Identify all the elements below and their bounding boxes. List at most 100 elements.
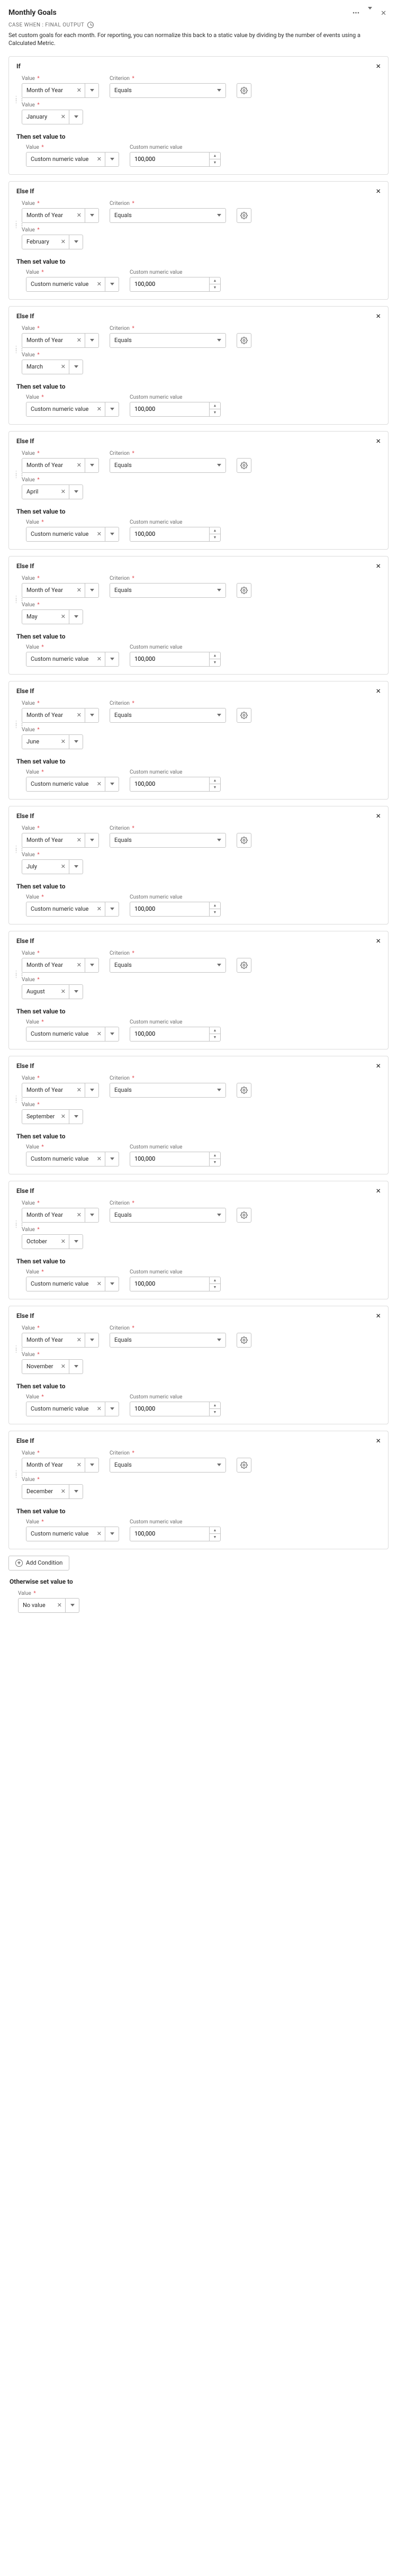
chevron-down-icon[interactable] xyxy=(85,208,99,223)
value-dimension-combo[interactable]: Month of Year✕ xyxy=(22,1208,99,1223)
month-value-combo[interactable]: December✕ xyxy=(22,1484,83,1499)
criterion-select[interactable]: Equals xyxy=(110,333,226,348)
chevron-down-icon[interactable] xyxy=(105,152,119,167)
chevron-down-icon[interactable] xyxy=(66,1598,79,1613)
value-dimension-combo[interactable]: Month of Year✕ xyxy=(22,208,99,223)
more-icon[interactable]: ••• xyxy=(350,8,362,19)
criterion-select[interactable]: Equals xyxy=(110,1208,226,1223)
chevron-down-icon[interactable] xyxy=(85,1458,99,1473)
clear-icon[interactable]: ✕ xyxy=(77,462,82,469)
value-dimension-combo[interactable]: Month of Year✕ xyxy=(22,83,99,98)
numeric-value-input[interactable]: ▲ ▼ xyxy=(130,1527,221,1541)
numeric-value-input[interactable]: ▲ ▼ xyxy=(130,1402,221,1416)
chevron-down-icon[interactable] xyxy=(69,859,83,874)
clear-icon[interactable]: ✕ xyxy=(77,337,82,344)
clear-icon[interactable]: ✕ xyxy=(61,613,66,620)
value-dimension-combo[interactable]: Month of Year✕ xyxy=(22,1333,99,1348)
chevron-down-icon[interactable] xyxy=(85,1083,99,1098)
chevron-down-icon[interactable] xyxy=(85,1333,99,1348)
close-icon[interactable]: × xyxy=(376,187,381,195)
clear-icon[interactable]: ✕ xyxy=(97,1530,102,1537)
then-type-combo[interactable]: Custom numeric value✕ xyxy=(26,902,119,917)
criterion-select[interactable]: Equals xyxy=(110,833,226,848)
chevron-down-icon[interactable] xyxy=(85,708,99,723)
drag-handle-icon[interactable]: ⋮⋮⋮⋮ xyxy=(13,1347,20,1352)
step-down-icon[interactable]: ▼ xyxy=(209,1533,221,1541)
step-down-icon[interactable]: ▼ xyxy=(209,1034,221,1042)
close-icon[interactable]: × xyxy=(376,937,381,945)
clear-icon[interactable]: ✕ xyxy=(97,156,102,163)
step-up-icon[interactable]: ▲ xyxy=(209,1527,221,1534)
then-type-combo[interactable]: Custom numeric value✕ xyxy=(26,777,119,792)
criterion-select[interactable]: Equals xyxy=(110,208,226,223)
value-dimension-combo[interactable]: Month of Year✕ xyxy=(22,1458,99,1473)
then-type-combo[interactable]: Custom numeric value✕ xyxy=(26,1527,119,1541)
then-type-combo[interactable]: Custom numeric value✕ xyxy=(26,277,119,292)
step-down-icon[interactable]: ▼ xyxy=(209,534,221,542)
clear-icon[interactable]: ✕ xyxy=(77,87,82,94)
close-icon[interactable]: ✕ xyxy=(378,8,389,19)
clear-icon[interactable]: ✕ xyxy=(77,1336,82,1343)
numeric-value-input[interactable]: ▲ ▼ xyxy=(130,777,221,792)
chevron-down-icon[interactable] xyxy=(69,1484,83,1499)
gear-icon[interactable] xyxy=(237,458,251,473)
chevron-down-icon[interactable] xyxy=(105,1277,119,1291)
chevron-down-icon[interactable] xyxy=(69,984,83,999)
step-up-icon[interactable]: ▲ xyxy=(209,902,221,909)
gear-icon[interactable] xyxy=(237,958,251,973)
clear-icon[interactable]: ✕ xyxy=(77,712,82,719)
chevron-down-icon[interactable] xyxy=(69,609,83,624)
criterion-select[interactable]: Equals xyxy=(110,708,226,723)
gear-icon[interactable] xyxy=(237,1333,251,1348)
close-icon[interactable]: × xyxy=(376,312,381,320)
clear-icon[interactable]: ✕ xyxy=(97,1405,102,1412)
step-down-icon[interactable]: ▼ xyxy=(209,159,221,167)
month-value-combo[interactable]: January✕ xyxy=(22,110,83,124)
clear-icon[interactable]: ✕ xyxy=(61,738,66,745)
numeric-value-field[interactable] xyxy=(130,527,209,542)
numeric-value-field[interactable] xyxy=(130,277,209,292)
month-value-combo[interactable]: October✕ xyxy=(22,1234,83,1249)
close-icon[interactable]: × xyxy=(376,1062,381,1070)
then-type-combo[interactable]: Custom numeric value✕ xyxy=(26,1027,119,1042)
then-type-combo[interactable]: Custom numeric value✕ xyxy=(26,652,119,667)
step-down-icon[interactable]: ▼ xyxy=(209,784,221,792)
close-icon[interactable]: × xyxy=(376,562,381,570)
numeric-value-field[interactable] xyxy=(130,402,209,417)
gear-icon[interactable] xyxy=(237,1083,251,1098)
month-value-combo[interactable]: February✕ xyxy=(22,235,83,249)
month-value-combo[interactable]: July✕ xyxy=(22,859,83,874)
value-dimension-combo[interactable]: Month of Year✕ xyxy=(22,708,99,723)
chevron-down-icon[interactable] xyxy=(69,1234,83,1249)
drag-handle-icon[interactable]: ⋮⋮⋮⋮ xyxy=(13,722,20,727)
chevron-down-icon[interactable] xyxy=(85,83,99,98)
value-dimension-combo[interactable]: Month of Year✕ xyxy=(22,958,99,973)
clear-icon[interactable]: ✕ xyxy=(61,113,66,120)
drag-handle-icon[interactable]: ⋮⋮⋮⋮ xyxy=(13,97,20,102)
chevron-down-icon[interactable] xyxy=(85,583,99,598)
drag-handle-icon[interactable]: ⋮⋮⋮⋮ xyxy=(13,222,20,227)
step-up-icon[interactable]: ▲ xyxy=(209,1027,221,1034)
chevron-down-icon[interactable] xyxy=(69,484,83,499)
drag-handle-icon[interactable]: ⋮⋮⋮⋮ xyxy=(13,847,20,852)
clear-icon[interactable]: ✕ xyxy=(61,1363,66,1370)
step-down-icon[interactable]: ▼ xyxy=(209,909,221,917)
month-value-combo[interactable]: April✕ xyxy=(22,484,83,499)
numeric-value-field[interactable] xyxy=(130,777,209,792)
numeric-value-field[interactable] xyxy=(130,902,209,917)
clear-icon[interactable]: ✕ xyxy=(61,238,66,245)
step-up-icon[interactable]: ▲ xyxy=(209,277,221,284)
step-up-icon[interactable]: ▲ xyxy=(209,1402,221,1409)
drag-handle-icon[interactable]: ⋮⋮⋮⋮ xyxy=(13,347,20,352)
value-dimension-combo[interactable]: Month of Year✕ xyxy=(22,583,99,598)
clear-icon[interactable]: ✕ xyxy=(57,1602,62,1609)
drag-handle-icon[interactable]: ⋮⋮⋮⋮ xyxy=(13,472,20,477)
chevron-down-icon[interactable] xyxy=(105,527,119,542)
close-icon[interactable]: × xyxy=(376,812,381,820)
drag-handle-icon[interactable]: ⋮⋮⋮⋮ xyxy=(13,1222,20,1227)
chevron-down-icon[interactable] xyxy=(69,110,83,124)
chevron-down-icon[interactable] xyxy=(105,1527,119,1541)
chevron-down-icon[interactable] xyxy=(105,902,119,917)
clear-icon[interactable]: ✕ xyxy=(97,905,102,912)
gear-icon[interactable] xyxy=(237,583,251,598)
